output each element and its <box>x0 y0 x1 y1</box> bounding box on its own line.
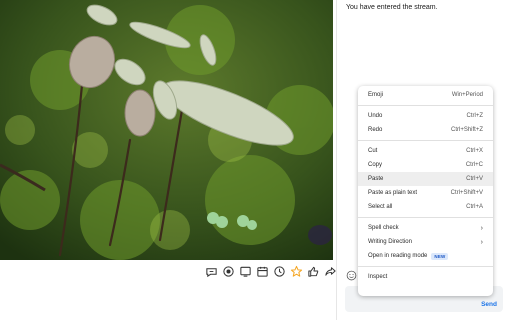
menu-item-label: Cut <box>368 148 378 154</box>
menu-item-cut[interactable]: Cut Ctrl+X <box>358 144 493 158</box>
menu-item-label: Writing Direction <box>368 239 412 245</box>
video-action-bar <box>204 264 337 280</box>
menu-item-label: Inspect <box>368 274 388 280</box>
record-icon[interactable] <box>221 264 235 278</box>
live-captions-icon[interactable] <box>204 264 218 278</box>
menu-item-shortcut: Ctrl+C <box>465 162 483 168</box>
menu-item-label: Paste <box>368 176 384 182</box>
send-button[interactable]: Send <box>481 301 497 308</box>
menu-item-shortcut: Ctrl+A <box>466 204 483 210</box>
menu-item-inspect[interactable]: Inspect <box>358 270 493 284</box>
menu-item-undo[interactable]: Undo Ctrl+Z <box>358 109 493 123</box>
menu-item-shortcut: Win+Period <box>451 92 483 98</box>
menu-divider <box>358 266 493 267</box>
menu-item-writing-direction[interactable]: Writing Direction › <box>358 235 493 249</box>
menu-item-select-all[interactable]: Select all Ctrl+A <box>358 200 493 214</box>
menu-item-label: Paste as plain text <box>368 190 418 196</box>
menu-item-shortcut: Ctrl+Z <box>466 113 484 119</box>
share-arrow-icon[interactable] <box>323 264 337 278</box>
menu-divider <box>358 217 493 218</box>
emoji-icon[interactable] <box>346 268 357 281</box>
menu-item-emoji[interactable]: Emoji Win+Period <box>358 88 493 102</box>
share-screen-icon[interactable] <box>238 264 252 278</box>
menu-divider <box>358 105 493 106</box>
calendar-icon[interactable] <box>255 264 269 278</box>
video-frame-image <box>0 0 333 260</box>
chevron-right-icon: › <box>480 224 483 232</box>
new-badge: NEW <box>431 252 449 260</box>
menu-item-label: Undo <box>368 113 383 119</box>
menu-item-label: Select all <box>368 204 393 210</box>
menu-item-label: Open in reading mode <box>368 253 428 259</box>
clock-icon[interactable] <box>272 264 286 278</box>
menu-item-spell-check[interactable]: Spell check › <box>358 221 493 235</box>
menu-item-label: Emoji <box>368 92 384 98</box>
menu-item-label: Spell check <box>368 225 399 231</box>
menu-item-redo[interactable]: Redo Ctrl+Shift+Z <box>358 123 493 137</box>
video-player[interactable] <box>0 0 333 260</box>
menu-item-shortcut: Ctrl+Shift+Z <box>450 127 483 133</box>
context-menu: Emoji Win+Period Undo Ctrl+Z Redo Ctrl+S… <box>358 86 493 296</box>
menu-item-paste[interactable]: Paste Ctrl+V <box>358 172 493 186</box>
menu-item-shortcut: Ctrl+Shift+V <box>450 190 483 196</box>
menu-item-label: Redo <box>368 127 383 133</box>
chevron-right-icon: › <box>480 238 483 246</box>
star-icon[interactable] <box>289 264 303 278</box>
menu-item-copy[interactable]: Copy Ctrl+C <box>358 158 493 172</box>
menu-item-paste-plain[interactable]: Paste as plain text Ctrl+Shift+V <box>358 186 493 200</box>
menu-divider <box>358 140 493 141</box>
menu-item-shortcut: Ctrl+V <box>466 176 483 182</box>
chat-system-message: You have entered the stream. <box>346 4 438 11</box>
menu-item-label: Copy <box>368 162 383 168</box>
thumbs-up-icon[interactable] <box>306 264 320 278</box>
menu-item-reading-mode[interactable]: Open in reading mode NEW <box>358 249 493 263</box>
menu-item-shortcut: Ctrl+X <box>466 148 483 154</box>
